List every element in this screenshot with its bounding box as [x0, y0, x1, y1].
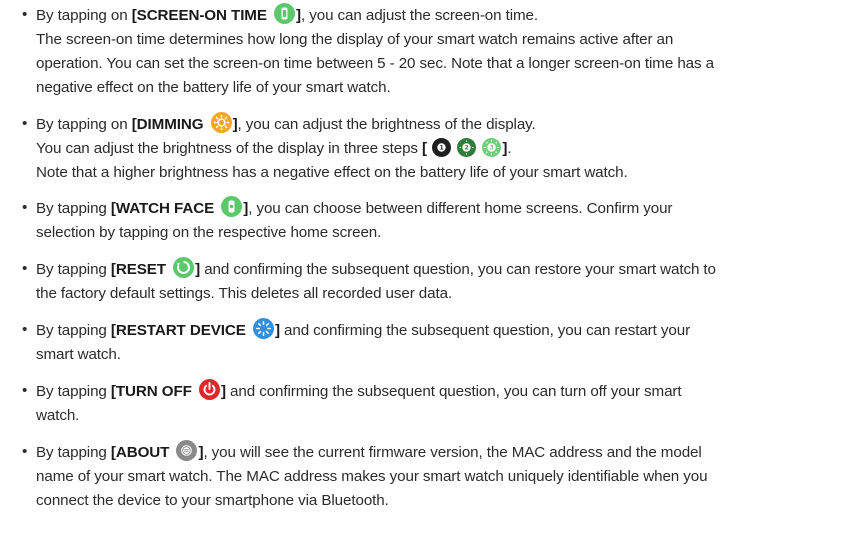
- list-item-turn-off: • By tapping [TURN OFF ] and confirming …: [22, 379, 837, 428]
- setting-name: [RESTART DEVICE: [110, 322, 246, 339]
- power-icon: [198, 379, 220, 400]
- sun-icon: [210, 112, 232, 133]
- setting-name: [ABOUT: [110, 444, 170, 461]
- list-item-watch-face: • By tapping [WATCH FACE ], you can choo…: [22, 196, 837, 245]
- list-item-reset: • By tapping [RESET ] and confirming the…: [22, 257, 837, 306]
- bullet: •: [22, 260, 28, 277]
- list-item-restart-device: • By tapping [RESTART DEVICE ] and confi…: [22, 318, 837, 367]
- brightness-level-1-icon: 1: [432, 138, 452, 157]
- reset-icon: [173, 257, 195, 278]
- restart-spinner-icon: [252, 318, 274, 339]
- setting-name: [TURN OFF: [110, 383, 192, 400]
- bullet: •: [22, 115, 28, 132]
- svg-text:3: 3: [490, 145, 494, 152]
- list-item-dimming: • By tapping on [DIMMING ], you can adju…: [22, 112, 837, 185]
- svg-text:1: 1: [440, 145, 444, 152]
- list-item-about: • By tapping [ABOUT ], you will see the …: [22, 440, 837, 513]
- svg-text:2: 2: [465, 145, 469, 152]
- bullet: •: [22, 6, 28, 23]
- watch-icon: [274, 3, 296, 24]
- bullet: •: [22, 443, 28, 460]
- brightness-level-2-icon: 2: [457, 138, 477, 157]
- settings-instructions-page: • By tapping on [SCREEN-ON TIME ], you c…: [0, 0, 847, 560]
- brightness-level-3-icon: 3: [482, 138, 502, 157]
- setting-name: [WATCH FACE: [110, 200, 215, 217]
- list-item-screen-on-time: • By tapping on [SCREEN-ON TIME ], you c…: [22, 3, 837, 100]
- setting-name: [DIMMING: [131, 116, 204, 133]
- watch-face-icon: [221, 196, 243, 217]
- bullet: •: [22, 199, 28, 216]
- info-icon: [176, 440, 198, 461]
- bullet: •: [22, 321, 28, 338]
- setting-name: [RESET: [110, 261, 166, 278]
- setting-name: [SCREEN-ON TIME: [131, 7, 267, 24]
- bullet: •: [22, 382, 28, 399]
